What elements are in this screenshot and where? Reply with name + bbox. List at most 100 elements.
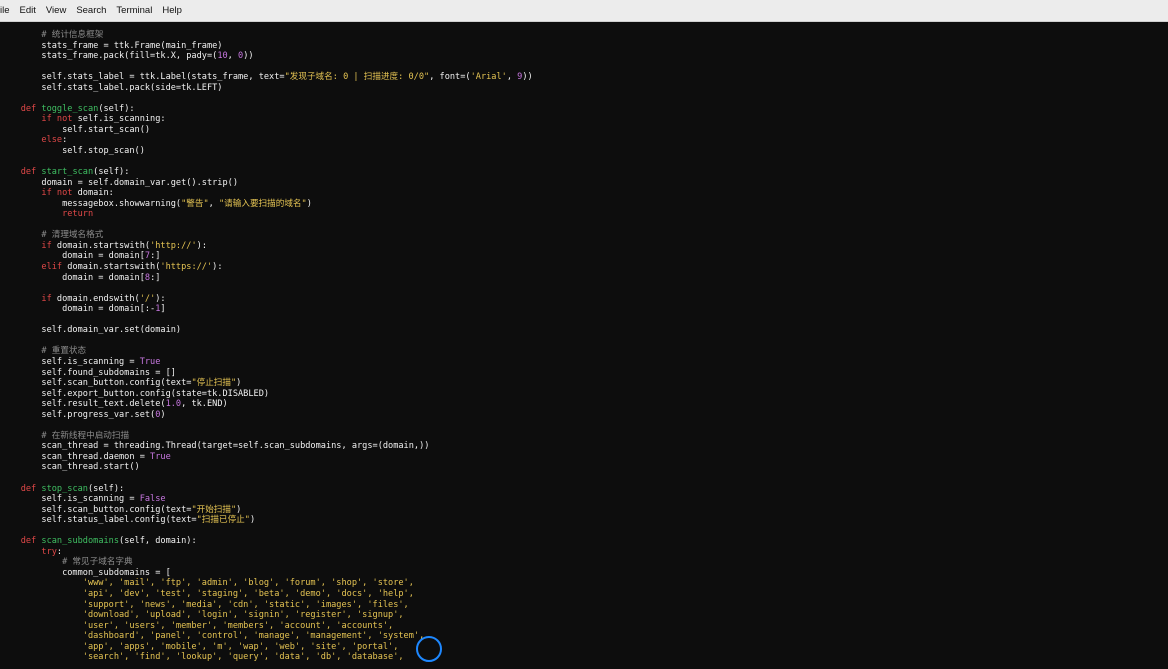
code-line: scan_thread.start() [0, 462, 533, 473]
code-line: self.domain_var.set(domain) [0, 325, 533, 336]
code-token: self.is_scanning = [0, 356, 140, 367]
code-line: if domain.startswith('http://'): [0, 241, 533, 252]
code-line: 'download', 'upload', 'login', 'signin',… [0, 610, 533, 621]
code-token: True [139, 356, 161, 367]
code-token: self.is_scanning: [77, 114, 166, 125]
code-line: # 统计信息框架 [0, 30, 533, 41]
code-token: 'www', 'mail', 'ftp', 'admin', 'blog', '… [0, 578, 414, 589]
code-editor[interactable]: # 统计信息框架 stats_frame = ttk.Frame(main_fr… [0, 22, 1168, 669]
code-line: domain = domain[8:] [0, 273, 533, 284]
menu-terminal[interactable]: Terminal [111, 5, 157, 16]
code-line: try: [0, 547, 533, 558]
code-token: "开始扫描" [191, 504, 237, 515]
code-token: 'support', 'news', 'media', 'cdn', 'stat… [0, 599, 409, 610]
code-line: domain = domain[:-1] [0, 304, 533, 315]
code-token: stats_frame = ttk.Frame(main_frame) [0, 40, 223, 51]
code-token: domain = domain[ [0, 251, 145, 262]
code-line: def toggle_scan(self): [0, 104, 533, 115]
code-line: self.scan_button.config(text="开始扫描") [0, 505, 533, 516]
code-token: , [506, 72, 518, 83]
code-line: # 清理域名格式 [0, 230, 533, 241]
code-token: ): [196, 240, 207, 251]
code-token: return [0, 209, 94, 220]
code-line: if domain.endswith('/'): [0, 294, 533, 305]
code-token: def [0, 167, 42, 178]
code-token: self.start_scan() [0, 124, 151, 135]
code-token: 'app', 'apps', 'mobile', 'm', 'wap', 'we… [0, 641, 399, 652]
menu-file[interactable]: ile [0, 5, 15, 16]
code-token: self.result_text.delete( [0, 399, 166, 410]
code-token: )) [243, 51, 254, 62]
code-token: ) [236, 504, 242, 515]
code-token: False [139, 494, 166, 505]
code-token: stats_frame.pack(fill=tk.X, pady=( [0, 51, 218, 62]
code-token: stop_scan [41, 483, 88, 494]
code-token: (self): [87, 483, 125, 494]
code-token: start_scan [41, 167, 94, 178]
code-token: # 常见子域名字典 [0, 557, 133, 568]
code-line: 'support', 'news', 'media', 'cdn', 'stat… [0, 600, 533, 611]
code-line: 'search', 'find', 'lookup', 'query', 'da… [0, 652, 533, 663]
code-token: toggle_scan [41, 103, 99, 114]
code-line: 'www', 'mail', 'ftp', 'admin', 'blog', '… [0, 578, 533, 589]
menu-search[interactable]: Search [71, 5, 111, 16]
menu-edit[interactable]: Edit [15, 5, 41, 16]
code-token: scan_thread.daemon = [0, 451, 151, 462]
code-token: 'user', 'users', 'member', 'members', 'a… [0, 620, 394, 631]
menu-help[interactable]: Help [157, 5, 187, 16]
code-token: 'search', 'find', 'lookup', 'query', 'da… [0, 652, 404, 663]
code-token: # 清理域名格式 [0, 230, 104, 241]
code-token: scan_subdomains [41, 536, 120, 547]
code-token: messagebox.showwarning( [0, 198, 182, 209]
code-token: ): [212, 262, 223, 273]
code-token: domain = self.domain_var.get().strip() [0, 177, 238, 188]
code-token: common_subdomains = [ [0, 567, 171, 578]
code-token: 'Arial' [470, 72, 507, 83]
code-token: ): [155, 293, 166, 304]
code-token: self.scan_button.config(text= [0, 378, 192, 389]
code-line: common_subdomains = [ [0, 568, 533, 579]
code-token: def [0, 536, 42, 547]
code-line: domain = domain[7:] [0, 251, 533, 262]
code-line: # 常见子域名字典 [0, 557, 533, 568]
code-token: (self): [98, 103, 135, 114]
code-line: self.stats_label.pack(side=tk.LEFT) [0, 83, 533, 94]
code-token: self.stats_label = ttk.Label(stats_frame… [0, 72, 285, 83]
code-token: self.scan_button.config(text= [0, 504, 192, 515]
code-token: # 在新线程中启动扫描 [0, 430, 130, 441]
code-line: return [0, 209, 533, 220]
code-token: ) [306, 198, 312, 209]
menu-bar: ile Edit View Search Terminal Help [0, 0, 1168, 22]
code-token: elif [0, 262, 68, 273]
code-token: , [227, 51, 239, 62]
code-line: self.start_scan() [0, 125, 533, 136]
code-token: if not [0, 114, 78, 125]
code-line: self.progress_var.set(0) [0, 410, 533, 421]
code-token: ) [236, 378, 242, 389]
code-token: self.found_subdomains = [] [0, 367, 176, 378]
code-line: self.scan_button.config(text="停止扫描") [0, 378, 533, 389]
menu-view[interactable]: View [41, 5, 71, 16]
code-token: scan_thread = threading.Thread(target=se… [0, 441, 430, 452]
code-token: try [0, 546, 57, 557]
code-token: ) [249, 515, 256, 526]
code-token: domain.startswith( [67, 262, 161, 273]
code-token: 1.0 [165, 399, 182, 410]
code-line: def stop_scan(self): [0, 484, 533, 495]
code-token: (self, domain): [119, 536, 197, 547]
code-token: if [0, 293, 57, 304]
code-token: domain = domain[ [0, 272, 145, 283]
code-line: self.is_scanning = False [0, 494, 533, 505]
code-line: scan_thread.daemon = True [0, 452, 533, 463]
code-token: self.stop_scan() [0, 146, 145, 157]
code-line: domain = self.domain_var.get().strip() [0, 178, 533, 189]
code-line: def start_scan(self): [0, 167, 533, 178]
